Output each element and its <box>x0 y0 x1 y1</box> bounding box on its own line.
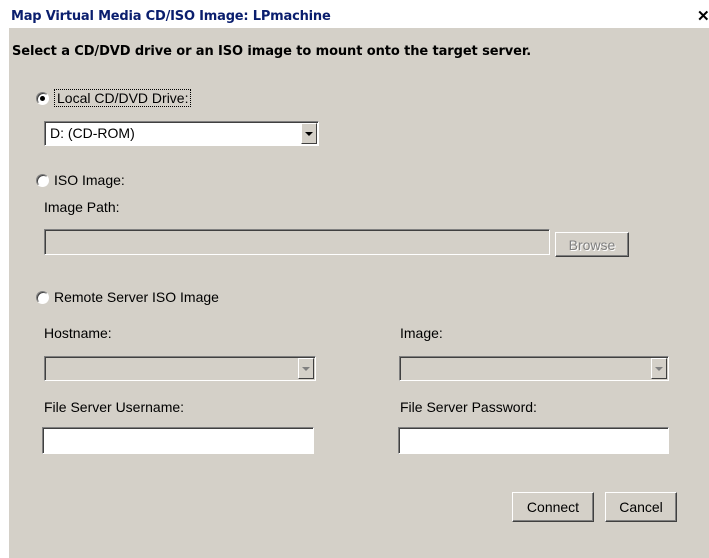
remote-iso-label: Remote Server ISO Image <box>54 289 219 305</box>
image-label: Image: <box>400 325 443 341</box>
image-path-input[interactable] <box>44 229 550 255</box>
remote-iso-radio-button[interactable] <box>36 290 49 304</box>
password-label: File Server Password: <box>400 399 537 415</box>
map-virtual-media-dialog: Map Virtual Media CD/ISO Image: LPmachin… <box>8 6 709 558</box>
username-label: File Server Username: <box>44 399 185 415</box>
cancel-button[interactable]: Cancel <box>605 492 677 522</box>
iso-image-radio-button[interactable] <box>36 173 49 187</box>
hostname-label: Hostname: <box>44 325 112 341</box>
local-drive-radio[interactable]: Local CD/DVD Drive: <box>36 89 192 107</box>
chevron-down-icon[interactable] <box>298 358 314 379</box>
local-drive-radio-button[interactable] <box>36 91 49 105</box>
image-path-label: Image Path: <box>44 199 120 215</box>
local-drive-label: Local CD/DVD Drive: <box>54 89 192 107</box>
local-drive-select[interactable]: D: (CD-ROM) <box>44 121 319 146</box>
image-select[interactable] <box>399 356 669 381</box>
iso-image-radio[interactable]: ISO Image: <box>36 172 125 188</box>
hostname-select[interactable] <box>44 356 316 381</box>
instruction-text: Select a CD/DVD drive or an ISO image to… <box>12 44 532 59</box>
username-input[interactable] <box>42 427 314 454</box>
iso-image-label: ISO Image: <box>54 172 125 188</box>
window-title: Map Virtual Media CD/ISO Image: LPmachin… <box>11 9 331 24</box>
chevron-down-icon[interactable] <box>301 123 317 144</box>
close-icon[interactable]: ✕ <box>697 8 709 25</box>
password-input[interactable] <box>398 427 669 454</box>
local-drive-value: D: (CD-ROM) <box>50 125 135 141</box>
chevron-down-icon[interactable] <box>651 358 667 379</box>
connect-button[interactable]: Connect <box>512 492 594 522</box>
remote-iso-radio[interactable]: Remote Server ISO Image <box>36 289 219 305</box>
browse-button[interactable]: Browse <box>555 232 629 257</box>
title-bar[interactable]: Map Virtual Media CD/ISO Image: LPmachin… <box>9 6 709 29</box>
